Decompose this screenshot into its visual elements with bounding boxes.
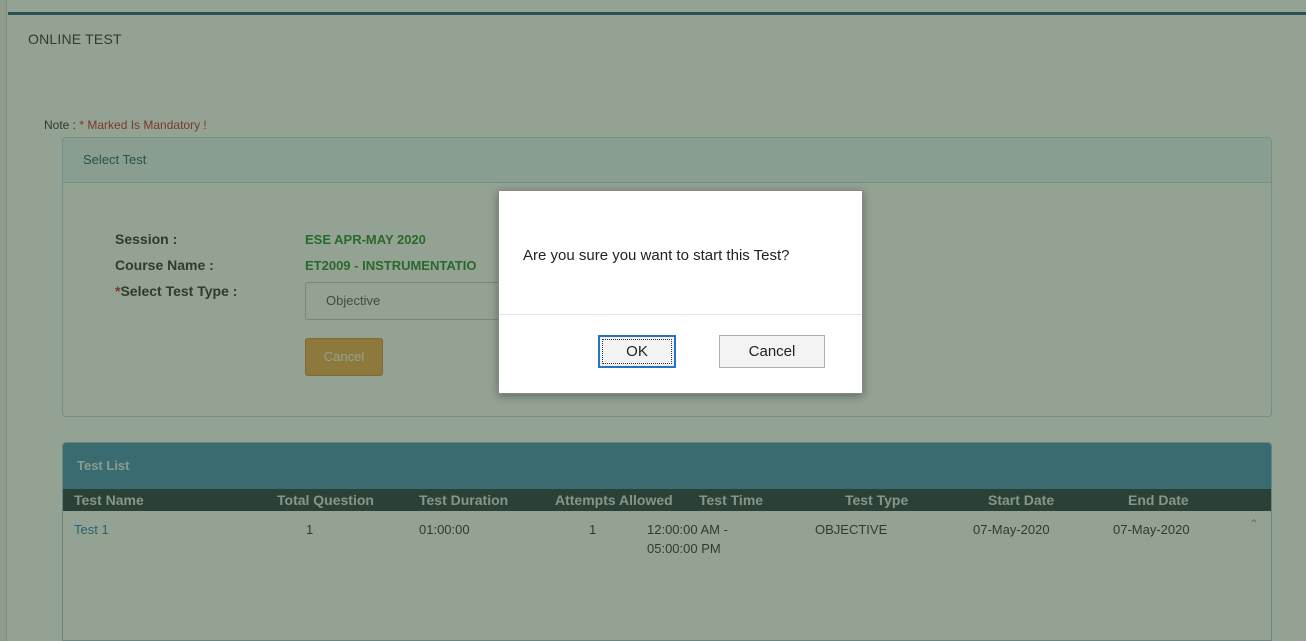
dialog-cancel-button[interactable]: Cancel [719, 335, 825, 368]
dialog-divider [499, 314, 862, 315]
ok-button[interactable]: OK [598, 335, 676, 368]
confirm-message: Are you sure you want to start this Test… [523, 247, 790, 264]
confirm-dialog: Are you sure you want to start this Test… [498, 190, 863, 394]
